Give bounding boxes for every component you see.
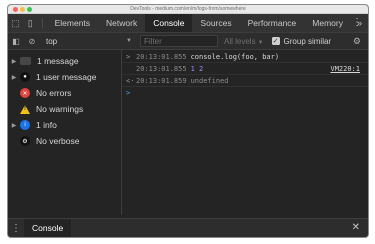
sidebar-item-label: No warnings [36,104,84,114]
sidebar-item-label: 1 message [37,56,79,66]
sidebar-item-label: 1 user message [36,72,97,82]
expand-arrow-icon[interactable]: ▶ [8,58,20,65]
chevron-down-icon: ▼ [257,39,264,46]
sidebar-item-label: No errors [36,88,72,98]
log-value: 1 [190,64,195,73]
checkbox-checked-icon[interactable]: ✓ [271,37,280,45]
sidebar-item-info[interactable]: ▶ i 1 info [8,117,121,133]
verbose-icon: ⚙ [20,136,30,146]
context-label: top [46,36,58,46]
inspect-element-icon[interactable]: ⬚ [8,14,23,32]
expand-arrow-icon[interactable]: ▶ [8,122,20,129]
window-title: DevTools - medium.com/en/m/logs-from/som… [130,6,246,12]
info-icon: i [20,120,30,130]
error-icon: ✕ [20,88,30,98]
title-bar: DevTools - medium.com/en/m/logs-from/som… [8,5,368,14]
drawer-bar: ⋮ Console ✕ [8,218,368,237]
sidebar-item-label: No verbose [36,136,80,146]
prompt-chevron-icon: > [126,89,131,97]
sidebar-item-warnings[interactable]: ! No warnings [8,101,121,117]
timestamp: 20:13:01.859 [136,76,187,85]
tab-memory[interactable]: Memory [304,14,351,32]
timestamp: 20:13:01.855 [136,64,187,73]
console-main: ▶ 1 message ▶ ● 1 user message ✕ No erro… [8,50,368,215]
sidebar-item-label: 1 info [36,120,57,130]
console-log[interactable]: > 20:13:01.855 console.log(foo, bar) 20:… [122,50,368,215]
log-code: console.log(foo, bar) [190,52,280,61]
tab-sources[interactable]: Sources [192,14,239,32]
filter-input[interactable]: Filter [140,35,218,47]
log-line-input: > 20:13:01.855 console.log(foo, bar) [122,51,368,63]
levels-dropdown[interactable]: All levels ▼ [224,37,264,46]
expand-arrow-icon[interactable]: ▶ [8,74,20,81]
warning-icon: ! [20,104,30,114]
device-toolbar-icon[interactable]: ▯ [23,14,38,32]
panel-tab-bar: ⬚ ▯ Elements Network Console Sources Per… [8,14,368,33]
tab-elements[interactable]: Elements [47,14,98,32]
log-line-result: <· 20:13:01.859 undefined [122,75,368,87]
sidebar-item-user-messages[interactable]: ▶ ● 1 user message [8,69,121,85]
tab-network[interactable]: Network [98,14,145,32]
console-prompt[interactable]: > [122,87,368,99]
result-value: undefined [190,76,229,85]
sidebar-item-verbose[interactable]: ⚙ No verbose [8,133,121,149]
tab-performance[interactable]: Performance [240,14,305,32]
group-similar-toggle[interactable]: ✓ Group similar [271,36,332,46]
gear-icon[interactable]: ⚙ [353,36,361,47]
chevron-down-icon: ▼ [126,38,132,44]
drawer-menu-icon[interactable]: ⋮ [8,223,24,234]
result-arrow-icon: <· [126,76,135,85]
log-line-output: 20:13:01.855 1 2 VM220:1 [122,63,368,75]
console-toolbar: ◧ ⊘ top ▼ Filter All levels ▼ ✓ Group sim… [8,33,368,50]
kebab-menu-icon[interactable]: ⋮ [352,17,362,28]
messages-icon [20,57,31,65]
sidebar-item-messages[interactable]: ▶ 1 message [8,53,121,69]
clear-console-icon[interactable]: ⊘ [24,37,40,46]
tab-console[interactable]: Console [145,14,193,32]
sidebar-toggle-icon[interactable]: ◧ [8,37,24,46]
console-sidebar: ▶ 1 message ▶ ● 1 user message ✕ No erro… [8,50,122,215]
source-link[interactable]: VM220:1 [330,65,360,73]
levels-label: All levels [224,36,256,46]
devtools-window: DevTools - medium.com/en/m/logs-from/som… [7,4,369,238]
divider [41,18,43,28]
sidebar-item-errors[interactable]: ✕ No errors [8,85,121,101]
timestamp: 20:13:01.855 [136,52,187,61]
drawer-tab-console[interactable]: Console [24,219,72,237]
user-icon: ● [20,72,30,82]
group-similar-label: Group similar [283,36,332,46]
context-selector[interactable]: top ▼ [46,37,136,46]
close-icon[interactable]: ✕ [352,222,360,233]
input-prompt-icon: > [126,52,131,61]
log-value: 2 [199,64,204,73]
